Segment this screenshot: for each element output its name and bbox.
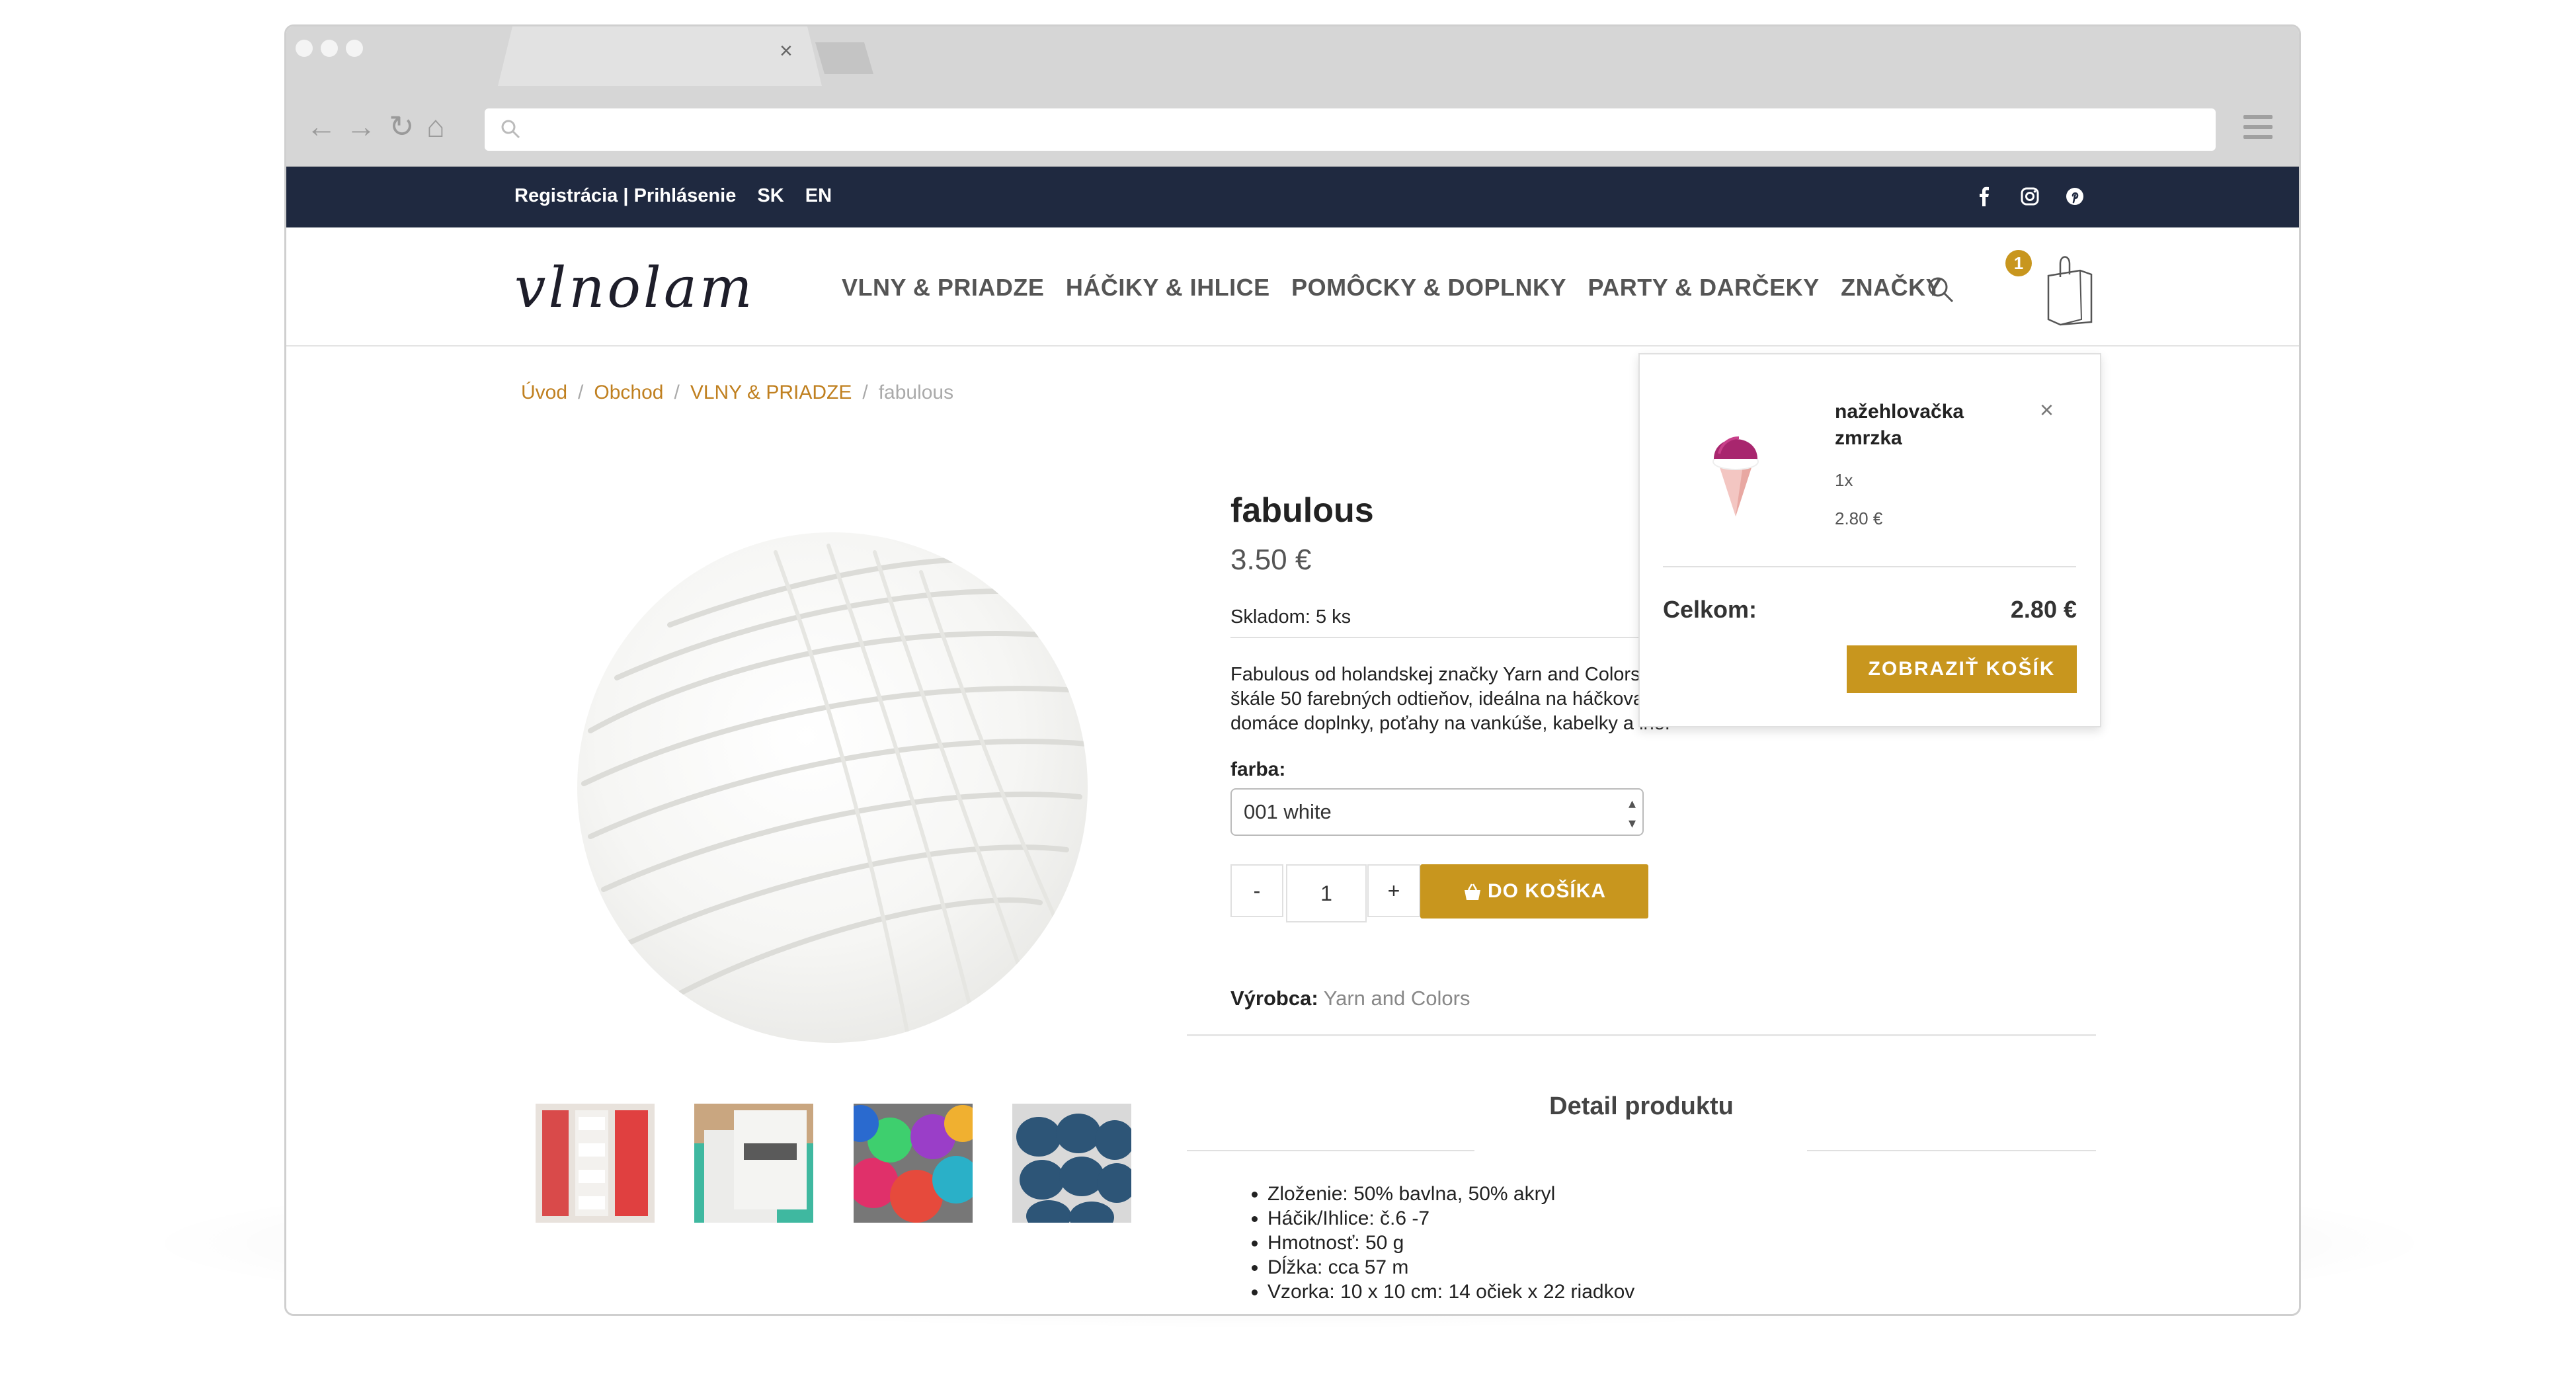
lang-sk-link[interactable]: SK	[757, 185, 784, 206]
nav-item-hacky[interactable]: HÁČIKY & IHLICE	[1066, 274, 1270, 301]
address-search-icon	[499, 118, 523, 145]
browser-toolbar: ← → ↻ ⌂	[286, 86, 2299, 167]
window-close-dot[interactable]	[296, 40, 313, 57]
view-cart-button[interactable]: ZOBRAZIŤ KOŠÍK	[1847, 645, 2077, 693]
manufacturer-link[interactable]: Yarn and Colors	[1324, 987, 1470, 1010]
nav-item-pomocky[interactable]: POMÔCKY & DOPLNKY	[1291, 274, 1566, 301]
nav-item-party[interactable]: PARTY & DARČEKY	[1588, 274, 1819, 301]
basket-icon	[1464, 883, 1480, 901]
stock-status: Skladom: 5 ks	[1230, 606, 1351, 628]
spec-item: Vzorka: 10 x 10 cm: 14 očiek x 22 riadko…	[1268, 1280, 1634, 1304]
instagram-icon[interactable]	[2020, 186, 2040, 210]
quantity-decrease-button[interactable]: -	[1230, 864, 1283, 917]
window-zoom-dot[interactable]	[346, 40, 363, 57]
main-navigation: VLNY & PRIADZE HÁČIKY & IHLICE POMÔCKY &…	[842, 274, 1960, 302]
spec-item: Hmotnosť: 50 g	[1268, 1231, 1634, 1255]
spec-item: Zloženie: 50% bavlna, 50% akryl	[1268, 1182, 1634, 1206]
divider	[1187, 1034, 2096, 1036]
add-to-cart-label: DO KOŠÍKA	[1487, 880, 1606, 902]
breadcrumb: Úvod / Obchod / VLNY & PRIADZE / fabulous	[521, 382, 953, 404]
cart-item-image[interactable]	[1699, 414, 1772, 523]
remove-item-icon[interactable]: ×	[2040, 398, 2054, 422]
site-topbar: Registrácia | Prihlásenie SK EN	[286, 167, 2299, 227]
product-main-image[interactable]	[577, 532, 1088, 1043]
breadcrumb-current: fabulous	[878, 382, 954, 403]
search-icon[interactable]	[1926, 275, 1955, 307]
quantity-input[interactable]: 1	[1286, 864, 1367, 922]
facebook-icon[interactable]	[1976, 186, 1993, 210]
website: Registrácia | Prihlásenie SK EN vlnolam …	[286, 167, 2299, 1314]
product-title: fabulous	[1230, 491, 1374, 530]
cart-total-value: 2.80 €	[2010, 596, 2077, 623]
browser-tab-active[interactable]	[498, 26, 822, 86]
spec-item: Háčik/Ihlice: č.6 -7	[1268, 1206, 1634, 1231]
lang-en-link[interactable]: EN	[805, 185, 832, 206]
cart-item-qty: 1x	[1835, 470, 1853, 490]
detail-heading: Detail produktu	[1549, 1092, 1734, 1120]
divider	[1230, 637, 1654, 638]
browser-window: × ← → ↻ ⌂ Registrácia | Prihlásenie SK E…	[284, 24, 2301, 1316]
forward-arrow-icon[interactable]: →	[346, 111, 376, 142]
nav-item-vlny[interactable]: VLNY & PRIADZE	[842, 274, 1044, 301]
divider	[1807, 1150, 2096, 1151]
add-to-cart-button[interactable]: DO KOŠÍKA	[1420, 864, 1648, 919]
divider	[1663, 566, 2076, 567]
tab-close-icon[interactable]: ×	[780, 40, 793, 62]
pinterest-icon[interactable]	[2065, 186, 2085, 210]
breadcrumb-home[interactable]: Úvod	[521, 382, 567, 403]
cart-item-price: 2.80 €	[1835, 509, 1883, 528]
manufacturer-label: Výrobca:	[1230, 987, 1318, 1010]
product-price: 3.50 €	[1230, 544, 1312, 576]
cart-count-badge: 1	[2005, 250, 2032, 276]
browser-menu-icon[interactable]	[2243, 115, 2273, 145]
select-arrows-icon: ▴ ▾	[1628, 795, 1636, 831]
cart-item-name[interactable]: nažehlovačka zmrzka	[1835, 399, 2033, 452]
site-header: vlnolam VLNY & PRIADZE HÁČIKY & IHLICE P…	[286, 227, 2299, 347]
browser-tabbar: ×	[286, 26, 2299, 86]
shopping-bag-icon[interactable]	[2042, 251, 2095, 330]
quantity-increase-button[interactable]: +	[1367, 864, 1420, 917]
site-logo[interactable]: vlnolam	[514, 255, 755, 320]
product-thumbnail-4[interactable]	[1012, 1104, 1131, 1223]
divider	[1187, 1150, 1474, 1151]
address-bar[interactable]	[485, 108, 2216, 151]
spec-item: Dĺžka: cca 57 m	[1268, 1255, 1634, 1280]
account-link[interactable]: Registrácia | Prihlásenie	[514, 185, 736, 206]
manufacturer: Výrobca: Yarn and Colors	[1230, 987, 1470, 1010]
breadcrumb-category[interactable]: VLNY & PRIADZE	[690, 382, 852, 403]
color-select[interactable]: 001 white ▴ ▾	[1230, 788, 1644, 836]
product-thumbnail-1[interactable]	[536, 1104, 655, 1223]
window-minimize-dot[interactable]	[321, 40, 338, 57]
color-label: farba:	[1230, 758, 1286, 780]
mini-cart-dropdown: nažehlovačka zmrzka 1x 2.80 € × Celkom: …	[1638, 353, 2101, 727]
reload-icon[interactable]: ↻	[389, 111, 415, 142]
back-arrow-icon[interactable]: ←	[306, 111, 337, 142]
new-tab-button[interactable]	[815, 37, 875, 80]
cart-total-label: Celkom:	[1663, 596, 1757, 623]
breadcrumb-separator: /	[674, 382, 680, 403]
breadcrumb-shop[interactable]: Obchod	[594, 382, 663, 403]
product-thumbnail-3[interactable]	[854, 1104, 973, 1223]
breadcrumb-separator: /	[862, 382, 868, 403]
color-select-value: 001 white	[1244, 800, 1332, 823]
home-icon[interactable]: ⌂	[426, 111, 445, 142]
product-thumbnail-2[interactable]	[694, 1104, 813, 1223]
breadcrumb-separator: /	[578, 382, 584, 403]
product-specs: Zloženie: 50% bavlna, 50% akryl Háčik/Ih…	[1244, 1182, 1634, 1304]
